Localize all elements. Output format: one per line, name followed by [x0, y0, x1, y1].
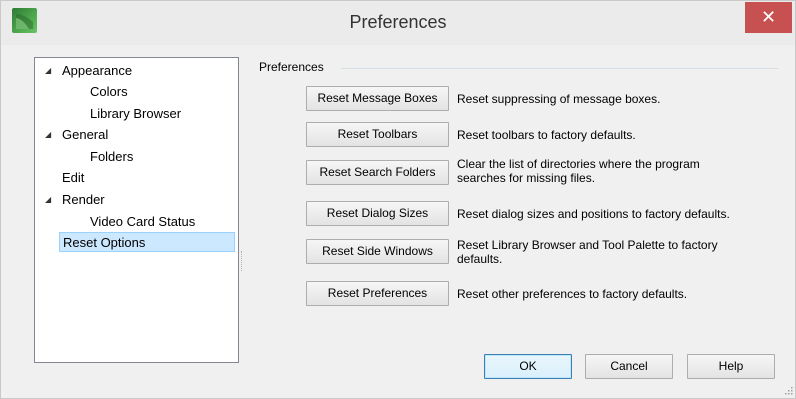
title-bar[interactable]: Preferences ✕ — [1, 1, 795, 45]
tree-item-label: Edit — [62, 170, 85, 185]
reset-preferences-desc: Reset other preferences to factory defau… — [457, 287, 688, 301]
reset-side-windows-desc: Reset Library Browser and Tool Palette t… — [457, 238, 718, 266]
desc-line: Clear the list of directories where the … — [457, 157, 700, 171]
resize-grip-icon[interactable] — [783, 385, 793, 395]
preferences-dialog: Preferences ✕ ◢ Appearance Colors Librar… — [0, 0, 796, 399]
cancel-button[interactable]: Cancel — [585, 354, 673, 379]
splitter-handle[interactable] — [241, 251, 243, 271]
tree-item-label: Colors — [90, 84, 128, 99]
reset-side-windows-button[interactable]: Reset Side Windows — [306, 239, 449, 264]
group-title: Preferences — [259, 60, 330, 74]
desc-line: searches for missing files. — [457, 171, 596, 185]
expand-arrow-icon[interactable]: ◢ — [45, 125, 55, 145]
reset-message-boxes-desc: Reset suppressing of message boxes. — [457, 92, 661, 106]
tree-item-label: Reset Options — [63, 235, 146, 250]
tree-item-label: General — [62, 127, 109, 142]
tree-item-label: Folders — [90, 149, 134, 164]
reset-toolbars-desc: Reset toolbars to factory defaults. — [457, 128, 636, 142]
tree-item-library-browser[interactable]: Library Browser — [90, 104, 181, 124]
close-icon: ✕ — [760, 7, 777, 27]
tree-item-label: Video Card Status — [90, 214, 196, 229]
desc-line: defaults. — [457, 252, 503, 266]
help-button[interactable]: Help — [687, 354, 775, 379]
close-button[interactable]: ✕ — [745, 2, 792, 33]
tree-item-edit[interactable]: Edit — [62, 168, 84, 188]
group-divider — [341, 68, 778, 69]
preferences-tree[interactable]: ◢ Appearance Colors Library Browser ◢ Ge… — [34, 57, 239, 363]
tree-item-label: Appearance — [62, 63, 133, 78]
reset-search-folders-button[interactable]: Reset Search Folders — [306, 160, 449, 185]
tree-item-colors[interactable]: Colors — [90, 82, 128, 102]
tree-item-label: Render — [62, 192, 105, 207]
reset-dialog-sizes-button[interactable]: Reset Dialog Sizes — [306, 201, 449, 226]
tree-item-folders[interactable]: Folders — [90, 147, 133, 167]
tree-item-video-card-status[interactable]: Video Card Status — [90, 212, 195, 232]
tree-item-reset-options[interactable]: Reset Options — [59, 232, 235, 252]
reset-dialog-sizes-desc: Reset dialog sizes and positions to fact… — [457, 207, 730, 221]
reset-toolbars-button[interactable]: Reset Toolbars — [306, 122, 449, 147]
expand-arrow-icon[interactable]: ◢ — [45, 61, 55, 81]
expand-arrow-icon[interactable]: ◢ — [45, 190, 55, 210]
reset-search-folders-desc: Clear the list of directories where the … — [457, 157, 700, 185]
window-title: Preferences — [349, 12, 447, 32]
reset-message-boxes-button[interactable]: Reset Message Boxes — [306, 86, 449, 111]
ok-button[interactable]: OK — [484, 354, 572, 379]
desc-line: Reset Library Browser and Tool Palette t… — [457, 238, 718, 252]
reset-preferences-button[interactable]: Reset Preferences — [306, 281, 449, 306]
tree-item-label: Library Browser — [90, 106, 182, 121]
